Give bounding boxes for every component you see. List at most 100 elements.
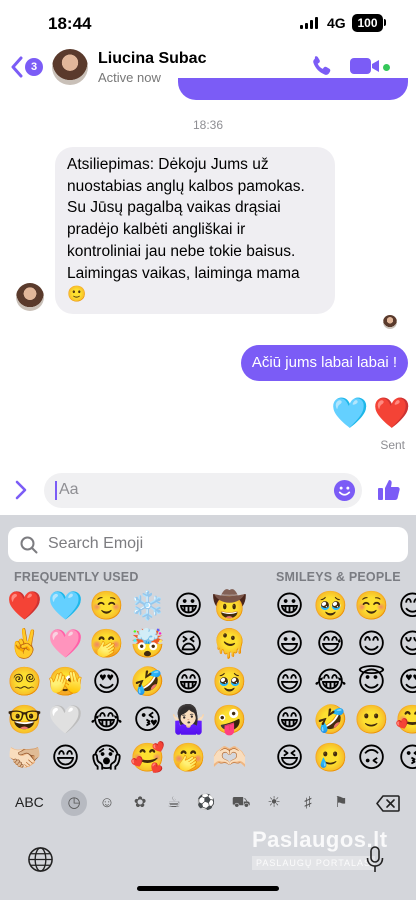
delete-backspace-icon[interactable]	[376, 795, 400, 812]
back-chevron-icon[interactable]	[10, 56, 24, 78]
battery-tip	[384, 19, 386, 26]
emoji-key[interactable]: 🫶🏻	[209, 739, 250, 777]
emoji-key[interactable]: 🫣	[45, 663, 86, 701]
video-call-icon[interactable]	[350, 57, 380, 75]
emoji-key[interactable]: 😅	[310, 625, 351, 663]
globe-icon[interactable]	[27, 846, 54, 873]
emoji-key[interactable]: 😌	[392, 625, 416, 663]
watermark-subtitle: PASLAUGŲ PORTALAS	[252, 856, 376, 870]
emoji-key[interactable]: 😍	[86, 663, 127, 701]
emoji-key[interactable]: 🥰	[127, 739, 168, 777]
frequently-used-label: FREQUENTLY USED	[14, 570, 139, 584]
red-heart-emoji[interactable]: ❤️	[373, 396, 410, 432]
emoji-key[interactable]: 🤠	[209, 587, 250, 625]
emoji-key[interactable]: ☺️	[351, 587, 392, 625]
emoji-key[interactable]: 😆	[269, 739, 310, 777]
travel-category-icon[interactable]: ⛟	[228, 790, 254, 816]
status-bar: 18:44 4G 100	[0, 0, 416, 46]
emoji-key[interactable]: 🤣	[127, 663, 168, 701]
emoji-key[interactable]: 🥲	[310, 739, 351, 777]
emoji-key[interactable]: 🥰	[392, 701, 416, 739]
emoji-key[interactable]: 🫠	[209, 625, 250, 663]
objects-category-icon[interactable]: ☀	[261, 790, 287, 816]
emoji-key[interactable]: 😫	[168, 625, 209, 663]
emoji-key[interactable]: 😱	[86, 739, 127, 777]
previous-sent-bubble	[178, 78, 408, 100]
read-receipt-avatar	[383, 315, 397, 329]
emoji-key[interactable]: 😇	[351, 663, 392, 701]
thumbs-up-icon[interactable]	[377, 478, 401, 502]
emoji-key[interactable]: 🤯	[127, 625, 168, 663]
emoji-key[interactable]: 😃	[269, 625, 310, 663]
text-caret	[55, 481, 57, 500]
sent-message[interactable]: Ačiū jums labai labai !	[240, 345, 408, 381]
emoji-key[interactable]: 🤍	[45, 701, 86, 739]
delivery-status: Sent	[380, 438, 405, 452]
emoji-key[interactable]: 🫱🏻‍🫲🏼	[4, 739, 45, 777]
contact-avatar[interactable]	[52, 49, 88, 85]
activity-category-icon[interactable]: ⚽	[193, 790, 219, 816]
emoji-key[interactable]: 😵‍💫	[4, 663, 45, 701]
expand-chevron-icon[interactable]	[14, 480, 28, 500]
emoji-search-field[interactable]: Search Emoji	[8, 527, 408, 562]
emoji-key[interactable]: 🙂	[351, 701, 392, 739]
emoji-key[interactable]: ☺️	[86, 587, 127, 625]
message-placeholder: Aa	[59, 481, 79, 498]
emoji-key[interactable]: 🙃	[351, 739, 392, 777]
message-input[interactable]: Aa	[44, 473, 362, 508]
flags-category-icon[interactable]: ⚑	[328, 790, 354, 816]
emoji-category-bar: ABC ◷ ☺ ✿ ☕ ⚽ ⛟ ☀ ♯ ⚑	[0, 787, 416, 817]
emoji-key[interactable]: 😂	[86, 701, 127, 739]
emoji-key[interactable]: 😄	[45, 739, 86, 777]
smileys-category-icon[interactable]: ☺	[94, 790, 120, 816]
phone-call-icon[interactable]	[310, 54, 334, 78]
emoji-key[interactable]: 🤭	[86, 625, 127, 663]
emoji-key[interactable]: 🤷🏻‍♀️	[168, 701, 209, 739]
emoji-key[interactable]: 😊	[392, 587, 416, 625]
animals-category-icon[interactable]: ✿	[127, 790, 153, 816]
presence-status: Active now	[98, 70, 161, 85]
smileys-people-label: SMILEYS & PEOPLE	[276, 570, 401, 584]
unread-badge[interactable]: 3	[25, 58, 43, 76]
emoji-key[interactable]: 🤪	[209, 701, 250, 739]
battery-icon: 100	[352, 14, 383, 32]
clock: 18:44	[48, 14, 92, 33]
network-label: 4G	[327, 15, 346, 31]
emoji-smiley-icon[interactable]	[333, 479, 356, 502]
emoji-key[interactable]: 🩷	[45, 625, 86, 663]
emoji-search-placeholder: Search Emoji	[48, 535, 144, 552]
emoji-key[interactable]: 🩵	[45, 587, 86, 625]
emoji-key[interactable]: ✌️	[4, 625, 45, 663]
emoji-key[interactable]: 😘	[127, 701, 168, 739]
abc-keyboard-key[interactable]: ABC	[15, 794, 44, 810]
signal-icon	[300, 17, 318, 29]
emoji-key[interactable]: 🤓	[4, 701, 45, 739]
emoji-key[interactable]: 🥹	[209, 663, 250, 701]
emoji-key[interactable]: 😊	[351, 625, 392, 663]
received-message[interactable]: Atsiliepimas: Dėkoju Jums už nuostabias …	[55, 147, 335, 314]
frequently-used-grid: ❤️ 🩵 ☺️ ❄️ 😀 🤠 ✌️ 🩷 🤭 🤯 😫 🫠 😵‍💫 🫣 😍 🤣 😁 🥹 🤓 🤍 😂 😘 🤷🏻‍♀️ 🤪 🫱🏻‍🫲🏼 😄…	[4, 587, 250, 777]
emoji-key[interactable]: 😁	[168, 663, 209, 701]
online-indicator	[383, 64, 390, 71]
light-blue-heart-emoji[interactable]: 🩵	[331, 396, 368, 432]
emoji-key[interactable]: 🤭	[168, 739, 209, 777]
emoji-key[interactable]: 😀	[269, 587, 310, 625]
emoji-key[interactable]: ❤️	[4, 587, 45, 625]
emoji-key[interactable]: ❄️	[127, 587, 168, 625]
recent-clock-icon[interactable]: ◷	[61, 790, 87, 816]
emoji-key[interactable]: 😂	[310, 663, 351, 701]
emoji-key[interactable]: 🥹	[310, 587, 351, 625]
search-icon	[20, 536, 38, 554]
emoji-key[interactable]: 😘	[392, 739, 416, 777]
emoji-key[interactable]: 😀	[168, 587, 209, 625]
emoji-key[interactable]: 🤣	[310, 701, 351, 739]
emoji-key[interactable]: 😍	[392, 663, 416, 701]
contact-name[interactable]: Liucina Subac	[98, 50, 206, 68]
food-category-icon[interactable]: ☕	[161, 790, 187, 816]
microphone-icon[interactable]	[366, 846, 384, 874]
symbols-category-icon[interactable]: ♯	[295, 790, 321, 816]
emoji-key[interactable]: 😄	[269, 663, 310, 701]
home-indicator	[137, 886, 279, 891]
sender-avatar	[16, 283, 44, 311]
emoji-key[interactable]: 😁	[269, 701, 310, 739]
